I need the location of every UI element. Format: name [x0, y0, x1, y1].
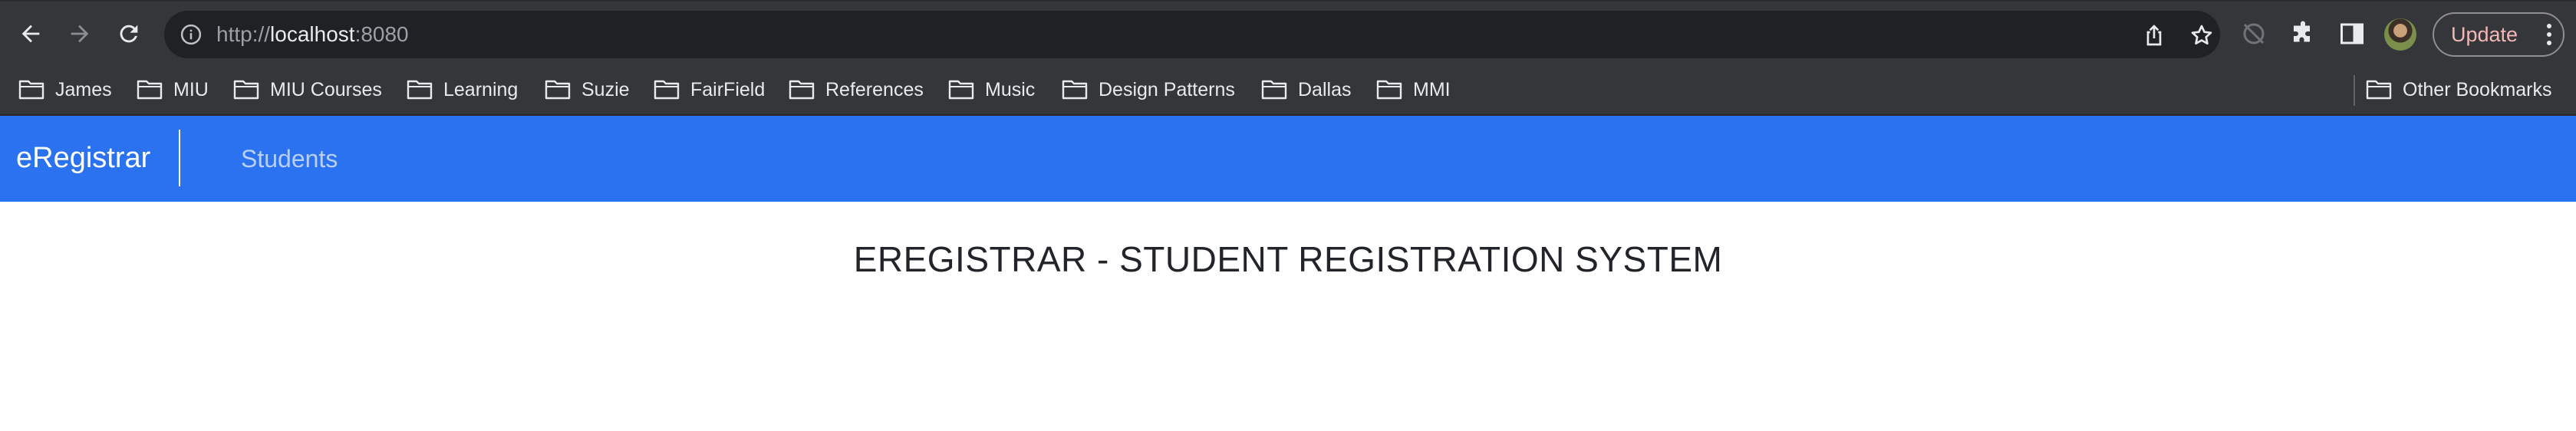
- nav-link-students[interactable]: Students: [241, 143, 338, 174]
- folder-icon: [1376, 80, 1402, 100]
- folder-icon: [545, 80, 571, 100]
- bookmark-label: MMI: [1413, 78, 1451, 100]
- folder-icon: [1261, 80, 1287, 100]
- star-icon[interactable]: [2189, 23, 2214, 48]
- bookmark-folder[interactable]: MIU Courses: [233, 74, 382, 105]
- bookmark-label: Music: [985, 78, 1036, 100]
- page-title: EREGISTRAR - STUDENT REGISTRATION SYSTEM: [853, 239, 1723, 279]
- other-bookmarks-label: Other Bookmarks: [2403, 78, 2552, 100]
- more-vert-icon[interactable]: [2546, 23, 2552, 46]
- folder-icon: [1062, 80, 1088, 100]
- update-label: Update: [2451, 22, 2518, 46]
- bookmark-label: MIU: [173, 78, 209, 100]
- bookmark-label: Dallas: [1298, 78, 1352, 100]
- back-icon: [21, 25, 40, 43]
- app-navbar: eRegistrar Students: [0, 116, 2576, 202]
- bookmark-label: MIU Courses: [270, 78, 382, 100]
- back-button[interactable]: [9, 12, 52, 55]
- url-text[interactable]: http://localhost:8080: [216, 21, 409, 48]
- bookmark-folder[interactable]: MMI: [1376, 74, 1451, 105]
- forward-button[interactable]: [58, 12, 101, 55]
- bookmark-folder[interactable]: James: [18, 74, 112, 105]
- update-button[interactable]: Update: [2433, 12, 2564, 57]
- reload-button[interactable]: [107, 12, 150, 55]
- bookmark-folder[interactable]: FairField: [654, 74, 765, 105]
- navbar-divider: [179, 130, 180, 186]
- browser-toolbar: http://localhost:8080 Update: [0, 0, 2576, 66]
- bookmark-folder[interactable]: MIU: [137, 74, 209, 105]
- sync-off-icon[interactable]: [2240, 20, 2268, 48]
- bookmark-folder[interactable]: Suzie: [545, 74, 630, 105]
- bookmark-label: References: [825, 78, 924, 100]
- bookmark-label: Suzie: [581, 78, 630, 100]
- address-bar[interactable]: http://localhost:8080: [164, 11, 2220, 58]
- reload-icon: [120, 25, 138, 43]
- brand-link[interactable]: eRegistrar: [16, 141, 150, 175]
- forward-icon: [71, 25, 89, 43]
- folder-icon: [654, 80, 680, 100]
- url-host: localhost: [270, 22, 355, 46]
- side-panel-icon[interactable]: [2338, 20, 2366, 48]
- extensions-icon[interactable]: [2289, 20, 2317, 48]
- bookmark-label: James: [55, 78, 112, 100]
- bookmark-folder[interactable]: Learning: [407, 74, 518, 105]
- bookmark-label: Learning: [443, 78, 519, 100]
- folder-icon: [18, 80, 44, 100]
- folder-icon: [233, 80, 259, 100]
- bookmark-folder[interactable]: Dallas: [1261, 74, 1351, 105]
- bookmark-label: FairField: [690, 78, 766, 100]
- folder-icon: [2366, 80, 2392, 100]
- folder-icon: [789, 80, 815, 100]
- bookmark-folder[interactable]: Design Patterns: [1062, 74, 1235, 105]
- bookmark-folder[interactable]: Music: [948, 74, 1035, 105]
- bookmarks-bar: James MIU MIU Courses Learning Suzie Fai…: [0, 66, 2576, 116]
- url-scheme: http://: [216, 22, 271, 46]
- info-icon[interactable]: [180, 23, 203, 46]
- avatar[interactable]: [2384, 18, 2416, 51]
- share-icon[interactable]: [2142, 23, 2166, 48]
- folder-icon: [948, 80, 974, 100]
- folder-icon: [407, 80, 433, 100]
- bookmark-label: Design Patterns: [1099, 78, 1235, 100]
- bookmarks-divider: [2354, 75, 2355, 106]
- other-bookmarks[interactable]: Other Bookmarks: [2366, 74, 2552, 105]
- folder-icon: [137, 80, 163, 100]
- url-port: :8080: [354, 22, 409, 46]
- bookmark-folder[interactable]: References: [789, 74, 924, 105]
